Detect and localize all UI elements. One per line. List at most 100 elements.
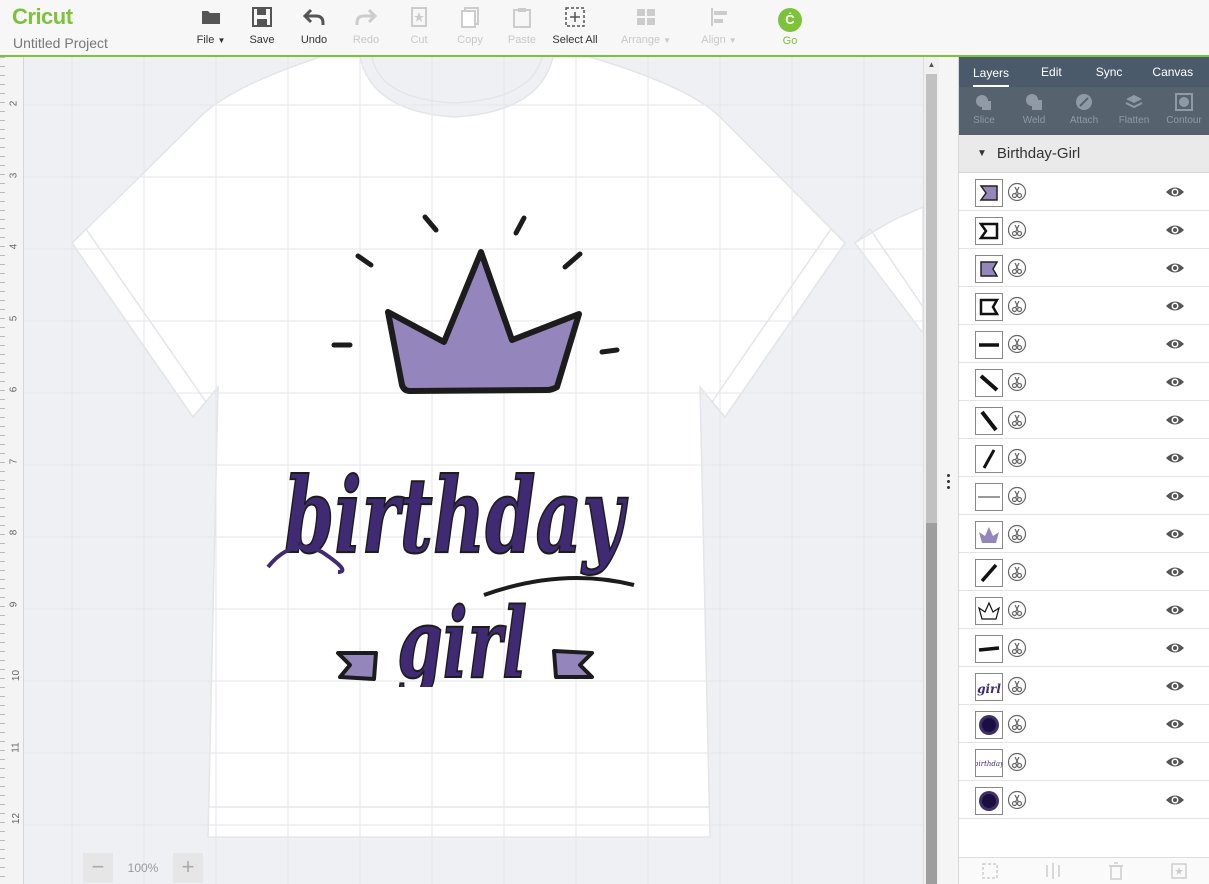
- cricut-logo[interactable]: Cricut: [12, 4, 73, 29]
- eye-icon[interactable]: [1165, 374, 1185, 390]
- eye-icon[interactable]: [1165, 754, 1185, 770]
- scissors-icon[interactable]: [1007, 790, 1027, 810]
- layer-row[interactable]: [959, 515, 1209, 553]
- layer-group-header[interactable]: ▼ Birthday-Girl: [959, 135, 1209, 173]
- collapse-triangle-icon[interactable]: ▼: [977, 148, 987, 159]
- layer-row[interactable]: [959, 439, 1209, 477]
- layer-row[interactable]: girl: [959, 667, 1209, 705]
- zoom-out-button[interactable]: −: [83, 853, 113, 883]
- flatten-button[interactable]: Flatten: [1109, 93, 1159, 135]
- scissors-icon[interactable]: [1007, 676, 1027, 696]
- zoom-in-button[interactable]: +: [173, 853, 203, 883]
- scissors-icon[interactable]: [1007, 524, 1027, 544]
- eye-icon[interactable]: [1165, 222, 1185, 238]
- group-icon[interactable]: [980, 861, 1000, 881]
- layer-row[interactable]: [959, 401, 1209, 439]
- eye-icon[interactable]: [1165, 526, 1185, 542]
- scissors-icon[interactable]: [1007, 258, 1027, 278]
- layer-row[interactable]: [959, 629, 1209, 667]
- design-canvas[interactable]: 2 3 4 5 6 7 8 9 10 11 12 birthday girl −…: [0, 57, 923, 884]
- eye-icon[interactable]: [1165, 716, 1185, 732]
- eye-icon[interactable]: [1165, 564, 1185, 580]
- scrollbar-track[interactable]: [926, 74, 937, 523]
- project-name[interactable]: Untitled Project: [13, 35, 108, 51]
- scissors-icon[interactable]: [1007, 486, 1027, 506]
- eye-icon[interactable]: [1165, 260, 1185, 276]
- ruler-tick: [0, 93, 5, 94]
- ruler-tick: [0, 786, 5, 787]
- eye-icon[interactable]: [1165, 336, 1185, 352]
- eye-icon[interactable]: [1165, 792, 1185, 808]
- scissors-icon[interactable]: [1007, 714, 1027, 734]
- arrange-menu[interactable]: Arrange ▼: [618, 6, 674, 46]
- ruler-tick: [0, 732, 5, 733]
- undo-button[interactable]: Undo: [286, 6, 342, 46]
- tab-layers[interactable]: Layers: [973, 57, 1010, 87]
- scissors-icon[interactable]: [1007, 600, 1027, 620]
- ruler-tick: [0, 408, 5, 409]
- top-toolbar: Cricut Untitled Project File ▼ Save Undo: [0, 0, 1209, 57]
- layer-row[interactable]: [959, 781, 1209, 819]
- eye-icon[interactable]: [1165, 602, 1185, 618]
- scissors-icon[interactable]: [1007, 410, 1027, 430]
- contour-button[interactable]: Contour: [1159, 93, 1209, 135]
- paste-button[interactable]: Paste: [494, 6, 550, 46]
- ruler-tick: [0, 219, 5, 220]
- tab-edit[interactable]: Edit: [1041, 57, 1062, 87]
- ruler-tick: [0, 453, 5, 454]
- layer-row[interactable]: [959, 705, 1209, 743]
- save-button[interactable]: Save: [234, 6, 290, 46]
- layer-row[interactable]: [959, 553, 1209, 591]
- scrollbar-thumb[interactable]: [926, 523, 937, 884]
- scroll-up-arrow-icon[interactable]: ▲: [924, 57, 939, 72]
- scissors-icon[interactable]: [1007, 638, 1027, 658]
- ruler-tick: [0, 651, 5, 652]
- slice-button[interactable]: Slice: [959, 93, 1009, 135]
- eye-icon[interactable]: [1165, 640, 1185, 656]
- eye-icon[interactable]: [1165, 412, 1185, 428]
- scissors-icon[interactable]: [1007, 334, 1027, 354]
- canvas-scrollbar[interactable]: ▲: [923, 57, 939, 884]
- scissors-icon[interactable]: [1007, 182, 1027, 202]
- align-menu[interactable]: Align ▼: [691, 6, 747, 46]
- scissors-icon[interactable]: [1007, 562, 1027, 582]
- weld-button[interactable]: Weld: [1009, 93, 1059, 135]
- scissors-icon[interactable]: [1007, 752, 1027, 772]
- layer-row[interactable]: [959, 325, 1209, 363]
- eye-icon[interactable]: [1165, 184, 1185, 200]
- layer-row[interactable]: [959, 591, 1209, 629]
- ruler-tick: [0, 318, 5, 319]
- tab-canvas[interactable]: Canvas: [1152, 57, 1193, 87]
- trash-icon[interactable]: [1106, 861, 1126, 881]
- brand: Cricut: [12, 4, 73, 30]
- layer-row[interactable]: birthday: [959, 743, 1209, 781]
- layer-row[interactable]: [959, 249, 1209, 287]
- ungroup-icon[interactable]: [1043, 861, 1063, 881]
- copy-button[interactable]: Copy: [442, 6, 498, 46]
- panel-resize-handle[interactable]: [939, 57, 958, 884]
- layer-row[interactable]: [959, 477, 1209, 515]
- ruler-number: 3: [8, 172, 20, 178]
- layer-row[interactable]: [959, 287, 1209, 325]
- layer-row[interactable]: [959, 363, 1209, 401]
- layer-row[interactable]: [959, 211, 1209, 249]
- file-menu[interactable]: File ▼: [183, 6, 239, 46]
- redo-button[interactable]: Redo: [338, 6, 394, 46]
- scissors-icon[interactable]: [1007, 296, 1027, 316]
- birthday-girl-design[interactable]: birthday girl: [262, 207, 642, 687]
- eye-icon[interactable]: [1165, 298, 1185, 314]
- scissors-icon[interactable]: [1007, 372, 1027, 392]
- eye-icon[interactable]: [1165, 678, 1185, 694]
- tab-sync[interactable]: Sync: [1096, 57, 1123, 87]
- scissors-icon[interactable]: [1007, 448, 1027, 468]
- eye-icon[interactable]: [1165, 450, 1185, 466]
- attach-button[interactable]: Attach: [1059, 93, 1109, 135]
- scissors-icon[interactable]: [1007, 220, 1027, 240]
- ruler-tick: [0, 489, 5, 490]
- layer-row[interactable]: [959, 173, 1209, 211]
- duplicate-icon[interactable]: [1169, 861, 1189, 881]
- cut-button[interactable]: Cut: [391, 6, 447, 46]
- select-all-button[interactable]: Select All: [547, 6, 603, 46]
- go-button[interactable]: Ċ Go: [762, 6, 818, 47]
- eye-icon[interactable]: [1165, 488, 1185, 504]
